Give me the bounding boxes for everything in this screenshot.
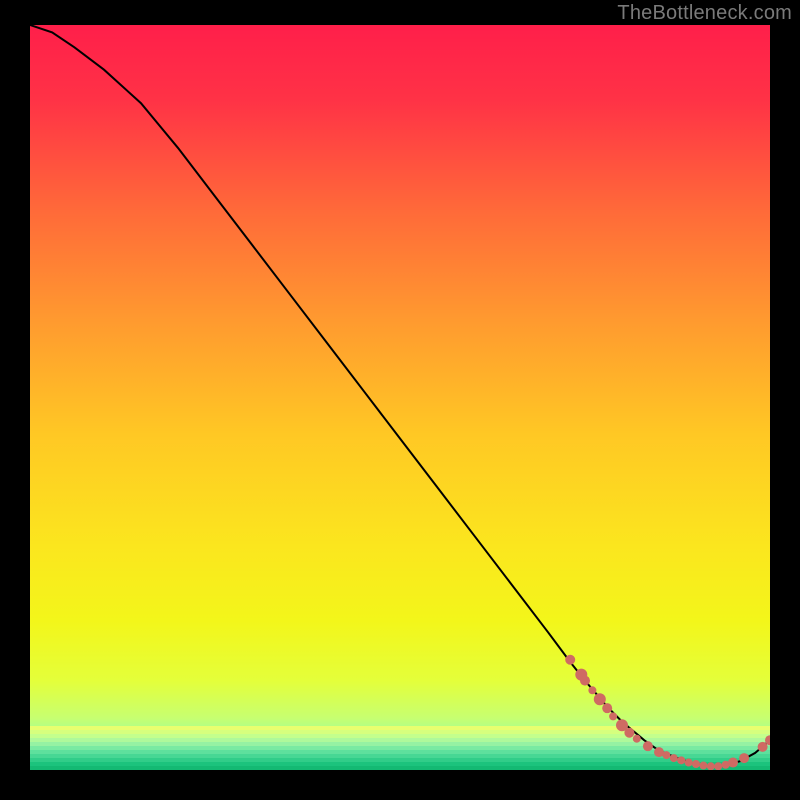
data-marker (594, 693, 606, 705)
data-marker (758, 742, 768, 752)
data-marker (580, 676, 590, 686)
plot-area (30, 25, 770, 770)
data-marker (692, 760, 700, 768)
data-marker (588, 686, 596, 694)
data-marker (677, 756, 685, 764)
data-marker (633, 735, 641, 743)
data-marker (714, 762, 722, 770)
data-marker (685, 759, 693, 767)
curve-markers (565, 655, 770, 770)
data-marker (699, 762, 707, 770)
chart-container: TheBottleneck.com (0, 0, 800, 800)
data-marker (739, 753, 749, 763)
data-marker (670, 754, 678, 762)
curve-svg (30, 25, 770, 770)
bottleneck-curve-line (30, 25, 770, 766)
data-marker (643, 741, 653, 751)
data-marker (609, 712, 617, 720)
watermark-text: TheBottleneck.com (617, 2, 792, 25)
data-marker (602, 703, 612, 713)
data-marker (707, 762, 715, 770)
data-marker (565, 655, 575, 665)
data-marker (624, 728, 634, 738)
data-marker (662, 751, 670, 759)
data-marker (728, 758, 738, 768)
